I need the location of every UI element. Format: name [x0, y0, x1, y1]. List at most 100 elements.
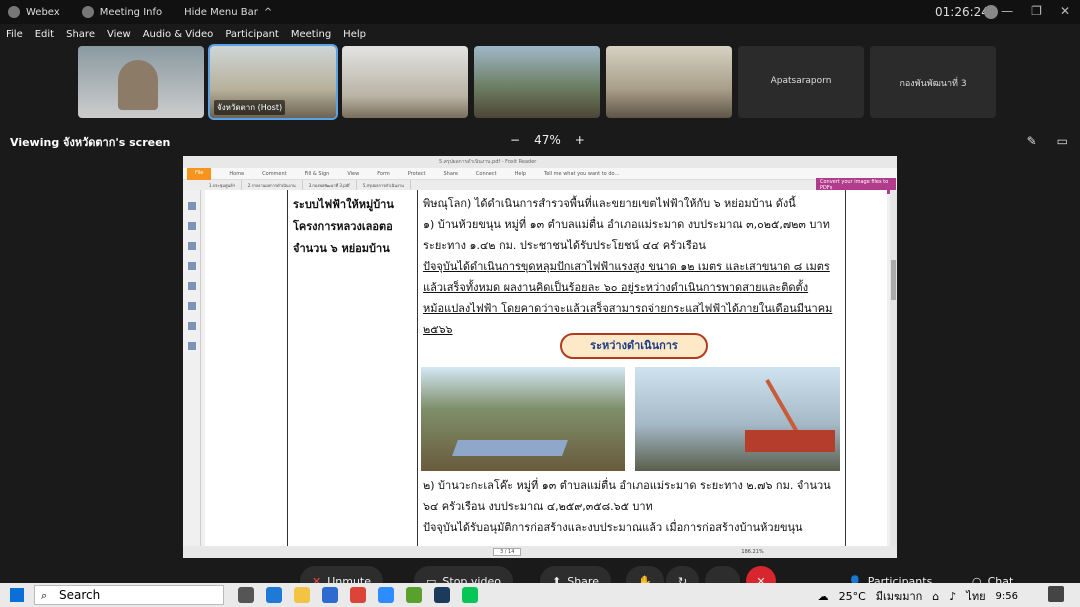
- lock-icon[interactable]: [188, 322, 196, 330]
- tool-icon[interactable]: [188, 342, 196, 350]
- title-bar: Webex Meeting Info Hide Menu Bar ^ 01:26:…: [0, 0, 1080, 24]
- ribbon-connect[interactable]: Connect: [476, 171, 497, 177]
- windows-taskbar: ⌕ Search ☁ 25°C มีเมฆมาก ⌂ ♪ ไทย 9:56: [0, 583, 1080, 607]
- attachment-icon[interactable]: [188, 282, 196, 290]
- crane-photo: [635, 367, 840, 471]
- menu-bar: File Edit Share View Audio & Video Parti…: [0, 24, 1080, 44]
- ribbon-form[interactable]: Form: [377, 171, 390, 177]
- account-icon[interactable]: [984, 5, 998, 19]
- pages-icon[interactable]: [188, 222, 196, 230]
- network-icon[interactable]: ⌂: [932, 590, 939, 603]
- task-view-icon[interactable]: [238, 587, 254, 603]
- poles-graphic: [452, 440, 568, 456]
- document-body: ๒) บ้านวะกะเลโค๊ะ หมู่ที่ ๑๓ ตำบลแม่ตื่น…: [423, 475, 843, 538]
- webex-icon[interactable]: [434, 587, 450, 603]
- participant-tile[interactable]: Apatsaraporn: [738, 46, 864, 118]
- status-label: ระหว่างดำเนินการ: [560, 333, 708, 359]
- line-icon[interactable]: [462, 587, 478, 603]
- weather-icon[interactable]: ☁: [818, 590, 829, 603]
- scroll-thumb[interactable]: [891, 260, 896, 300]
- file-explorer-icon[interactable]: [294, 587, 310, 603]
- paragraph: ปัจจุบันได้ดำเนินการขุดหลุมปักเสาไฟฟ้าแร…: [423, 260, 833, 336]
- zoom-in-button[interactable]: +: [575, 133, 585, 147]
- ribbon-fill-sign[interactable]: Fill & Sign: [305, 171, 330, 177]
- participant-tile[interactable]: กองพันพัฒนาที่ 3: [870, 46, 996, 118]
- chrome-icon[interactable]: [350, 587, 366, 603]
- pdf-scrollbar[interactable]: [890, 190, 897, 546]
- page-indicator[interactable]: 3 / 14: [493, 548, 522, 556]
- search-label: Search: [59, 588, 101, 602]
- ribbon-share[interactable]: Share: [443, 171, 457, 177]
- app-label: Webex: [26, 6, 60, 18]
- participant-video: [118, 60, 158, 110]
- notification-icon[interactable]: [1048, 586, 1064, 602]
- info-icon: [81, 6, 94, 18]
- ribbon-file[interactable]: File: [187, 167, 212, 180]
- paragraph: ปัจจุบันได้รับอนุมัติการก่อสร้างและงบประ…: [423, 521, 803, 534]
- language-indicator[interactable]: ไทย: [966, 587, 985, 605]
- ribbon-help[interactable]: Help: [515, 171, 526, 177]
- menu-meeting[interactable]: Meeting: [291, 29, 331, 40]
- pdf-window-title: 5.สรุปผลการดำเนินงาน.pdf - Foxit Reader: [439, 159, 537, 165]
- participant-tile[interactable]: [78, 46, 204, 118]
- view-options: ✎ ▭: [1027, 134, 1068, 148]
- pdf-status-bar: 3 / 14 186.21%: [183, 546, 897, 558]
- menu-edit[interactable]: Edit: [35, 29, 54, 40]
- zoom-out-button[interactable]: −: [510, 133, 520, 147]
- document-body: พิษณุโลก) ได้ดำเนินการสำรวจพื้นที่และขยา…: [423, 193, 843, 340]
- minimize-button[interactable]: —: [1001, 4, 1013, 18]
- signature-icon[interactable]: [188, 302, 196, 310]
- zoom-icon[interactable]: [378, 587, 394, 603]
- ribbon-home[interactable]: Home: [229, 171, 244, 177]
- ribbon-view[interactable]: View: [347, 171, 359, 177]
- annotate-icon[interactable]: ✎: [1027, 134, 1037, 148]
- menu-help[interactable]: Help: [343, 29, 366, 40]
- edge-icon[interactable]: [266, 587, 282, 603]
- mail-icon[interactable]: [322, 587, 338, 603]
- ribbon-tell-me[interactable]: Tell me what you want to do...: [544, 171, 619, 177]
- meeting-info-button[interactable]: Meeting Info: [81, 6, 162, 18]
- pdf-tab[interactable]: 3.กองพลพัฒนาที่ 3.pdf: [303, 180, 357, 190]
- participant-tile-host[interactable]: จังหวัดตาก (Host): [208, 44, 338, 120]
- layers-icon[interactable]: [188, 242, 196, 250]
- fullscreen-icon[interactable]: ▭: [1057, 134, 1068, 148]
- menu-view[interactable]: View: [107, 29, 131, 40]
- participant-tile[interactable]: [342, 46, 468, 118]
- menu-audio-video[interactable]: Audio & Video: [143, 29, 214, 40]
- windows-start-icon[interactable]: [10, 588, 24, 602]
- close-button[interactable]: ✕: [1060, 4, 1070, 18]
- menu-share[interactable]: Share: [66, 29, 95, 40]
- viewing-bar: Viewing จังหวัดตาก's screen − 47% + ✎ ▭: [0, 132, 1080, 152]
- webex-logo-icon: [8, 6, 20, 18]
- table-divider: [845, 190, 846, 546]
- menu-file[interactable]: File: [6, 29, 23, 40]
- table-divider: [417, 190, 418, 546]
- table-divider: [287, 190, 288, 546]
- clock[interactable]: 9:56: [996, 591, 1018, 602]
- pdf-tab[interactable]: 5.สรุปผลการดำเนินงาน: [357, 180, 411, 190]
- pdf-zoom[interactable]: 186.21%: [741, 549, 763, 555]
- bookmark-icon[interactable]: [188, 202, 196, 210]
- zoom-controls: − 47% +: [510, 133, 585, 147]
- qgis-icon[interactable]: [406, 587, 422, 603]
- ribbon-protect[interactable]: Protect: [408, 171, 426, 177]
- weather-temp[interactable]: 25°C: [839, 590, 866, 603]
- search-box[interactable]: ⌕ Search: [34, 585, 224, 605]
- chevron-up-icon: ^: [263, 6, 273, 18]
- menu-participant[interactable]: Participant: [225, 29, 279, 40]
- taskbar-apps: [238, 587, 478, 603]
- maximize-button[interactable]: ❐: [1031, 4, 1042, 18]
- pdf-tabs: 1.ประชุมศูนย์ฯ 2.รายงานผลการดำเนินงาน 3.…: [183, 180, 897, 190]
- pdf-tab[interactable]: 1.ประชุมศูนย์ฯ: [203, 180, 242, 190]
- paragraph: ๑) บ้านห้วยขนุน หมู่ที่ ๑๓ ตำบลแม่ตื่น อ…: [423, 218, 830, 252]
- pdf-tab[interactable]: 2.รายงานผลการดำเนินงาน: [242, 180, 303, 190]
- participant-tile[interactable]: [474, 46, 600, 118]
- comment-icon[interactable]: [188, 262, 196, 270]
- hide-menu-bar-button[interactable]: Hide Menu Bar ^: [184, 7, 272, 18]
- ribbon-comment[interactable]: Comment: [262, 171, 287, 177]
- shared-screen: 5.สรุปผลการดำเนินงาน.pdf - Foxit Reader …: [183, 156, 897, 558]
- participant-tile[interactable]: [606, 46, 732, 118]
- participant-name: Apatsaraporn: [770, 76, 832, 86]
- volume-icon[interactable]: ♪: [949, 590, 956, 603]
- participant-name: จังหวัดตาก (Host): [214, 100, 286, 115]
